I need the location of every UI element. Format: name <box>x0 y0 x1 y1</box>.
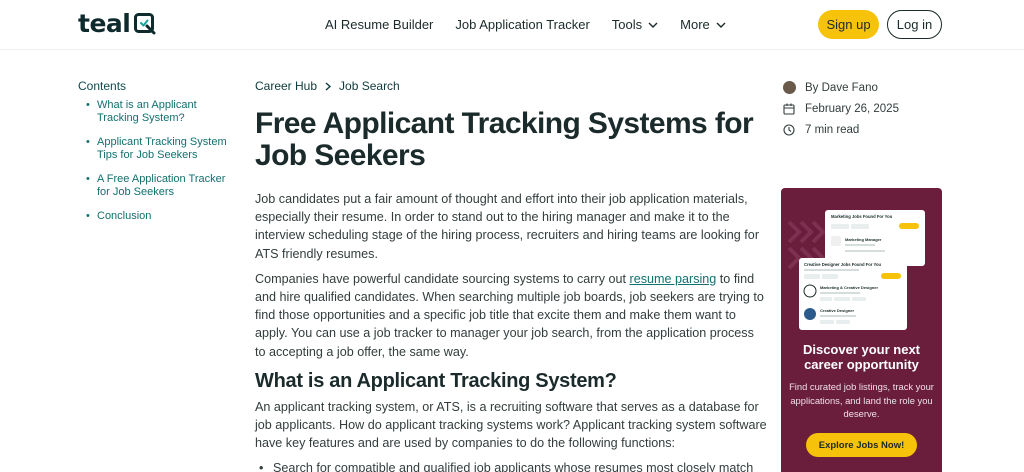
main-nav: AI Resume Builder Job Application Tracke… <box>325 17 748 32</box>
read-time-row: 7 min read <box>781 119 899 140</box>
login-button[interactable]: Log in <box>887 10 942 39</box>
nav-more[interactable]: More <box>680 17 726 32</box>
article-paragraph: Job candidates put a fair amount of thou… <box>255 192 760 261</box>
explore-jobs-button[interactable]: Explore Jobs Now! <box>806 433 917 457</box>
promo-description: Find curated job listings, track your ap… <box>789 381 934 419</box>
clock-icon <box>781 122 797 138</box>
job-listings-illustration: Marketing Jobs Found For You Marketing M… <box>787 210 925 330</box>
date-row: February 26, 2025 <box>781 98 899 119</box>
toc-item-what-is-ats[interactable]: What is an Applicant Tracking System? <box>78 99 228 125</box>
page-title: Free Applicant Tracking Systems for Job … <box>255 107 754 172</box>
back-card-title: Marketing Jobs Found For You <box>831 214 893 219</box>
toc-item-free-tracker[interactable]: A Free Application Tracker for Job Seeke… <box>78 173 228 199</box>
back-card-job: Marketing Manager <box>845 237 882 242</box>
job-promo-card: Marketing Jobs Found For You Marketing M… <box>781 188 942 472</box>
nav-job-application-tracker[interactable]: Job Application Tracker <box>455 17 589 32</box>
section-heading: What is an Applicant Tracking System? <box>255 369 617 392</box>
toc-list: What is an Applicant Tracking System? Ap… <box>78 99 228 223</box>
signup-button[interactable]: Sign up <box>818 10 879 39</box>
resume-parsing-link[interactable]: resume parsing <box>630 272 717 286</box>
article-meta: By Dave Fano February 26, 2025 7 min rea… <box>781 77 899 140</box>
breadcrumb-career-hub[interactable]: Career Hub <box>255 79 317 93</box>
function-list: Search for compatible and qualified job … <box>255 459 767 472</box>
front-card-job-1: Marketing & Creative Designer <box>820 285 878 290</box>
nav-label: Job Application Tracker <box>455 17 590 32</box>
toc-item-ats-tips[interactable]: Applicant Tracking System Tips for Job S… <box>78 136 228 162</box>
chevron-down-icon <box>648 22 658 28</box>
nav-tools[interactable]: Tools <box>612 17 658 32</box>
teal-logo-icon <box>134 13 156 35</box>
nav-label: AI Resume Builder <box>325 17 434 32</box>
toc-title: Contents <box>78 79 127 93</box>
breadcrumb-job-search[interactable]: Job Search <box>339 79 400 93</box>
calendar-icon <box>781 101 797 117</box>
author-name[interactable]: By Dave Fano <box>805 82 878 94</box>
article-paragraph: An applicant tracking system, or ATS, is… <box>255 399 767 451</box>
front-card-title: Creative Designer Jobs Found For You <box>804 262 882 267</box>
nav-ai-resume-builder[interactable]: AI Resume Builder <box>325 17 433 32</box>
nav-label: Tools <box>611 17 643 32</box>
article-body: Job candidates put a fair amount of thou… <box>255 190 767 472</box>
table-of-contents: Contents What is an Applicant Tracking S… <box>78 79 228 234</box>
article-paragraph: Companies have powerful candidate sourci… <box>255 270 767 361</box>
site-header: teal AI Resume Builder Job Application T… <box>0 0 1024 50</box>
nav-label: More <box>680 17 710 32</box>
chevron-down-icon <box>716 22 726 28</box>
chevron-right-icon <box>325 81 332 91</box>
avatar <box>781 80 797 96</box>
author-row: By Dave Fano <box>781 77 899 98</box>
front-card-job-2: Creative Designer <box>820 308 854 313</box>
breadcrumb: Career Hub Job Search <box>255 79 400 93</box>
promo-title: Discover your next career opportunity <box>802 342 921 372</box>
paragraph-text: Companies have powerful candidate sourci… <box>255 271 630 286</box>
read-time: 7 min read <box>805 123 860 136</box>
logo-wordmark: teal <box>78 9 131 38</box>
toc-item-conclusion[interactable]: Conclusion <box>78 210 228 223</box>
list-item: Search for compatible and qualified job … <box>255 459 767 472</box>
teal-logo[interactable]: teal <box>78 10 157 38</box>
publish-date: February 26, 2025 <box>805 102 899 115</box>
